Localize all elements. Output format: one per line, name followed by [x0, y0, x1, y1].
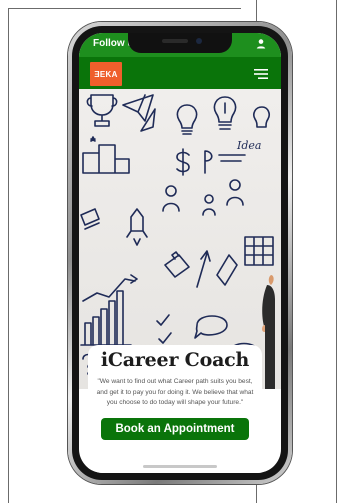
phone-mockup: Follow u ƎEKA Idea iCareer Coach "We wan…	[68, 22, 292, 484]
paper-plane-doodle	[122, 94, 154, 122]
speaker-grille	[162, 39, 188, 43]
frame-border-right	[336, 0, 337, 503]
phone-notch	[128, 33, 232, 53]
hero-card: iCareer Coach "We want to find out what …	[88, 345, 262, 473]
rocket-doodle	[126, 208, 148, 246]
home-indicator	[143, 465, 217, 468]
phone-bezel: Follow u ƎEKA Idea iCareer Coach "We wan…	[72, 26, 288, 480]
idea-doodle-label: Idea	[236, 139, 261, 152]
frame-border-left	[8, 8, 9, 503]
trophy-doodle	[86, 94, 118, 127]
calendar-doodle	[244, 236, 274, 266]
logo-text: ƎEKA	[94, 69, 118, 79]
bar-chart-doodle	[80, 290, 132, 346]
dollar-doodle	[176, 148, 190, 176]
frame-border-top	[8, 8, 241, 9]
speech-bubble-doodle	[194, 315, 228, 339]
career-doodle-illustration: Idea	[80, 94, 275, 389]
hamburger-menu-icon[interactable]	[253, 67, 269, 81]
person-doodle	[162, 185, 180, 212]
phone-screen: Follow u ƎEKA Idea iCareer Coach "We wan…	[79, 33, 281, 473]
book-appointment-button[interactable]: Book an Appointment	[101, 417, 249, 440]
beka-logo[interactable]: ƎEKA	[90, 62, 122, 86]
coach-person-silhouette	[262, 285, 275, 389]
mission-quote: "We want to find out what Career path su…	[96, 378, 254, 406]
podium-doodle	[82, 144, 130, 174]
hero-doodle-image: Idea iCareer Coach "We want to find out …	[79, 89, 281, 473]
user-icon[interactable]	[255, 38, 267, 50]
front-camera	[196, 38, 202, 44]
page-title: iCareer Coach	[100, 349, 250, 371]
arrow-doodle	[196, 250, 211, 288]
navigation-bar: ƎEKA	[79, 57, 281, 89]
briefcase-doodle	[164, 251, 190, 278]
lightbulb-doodle	[176, 104, 198, 135]
